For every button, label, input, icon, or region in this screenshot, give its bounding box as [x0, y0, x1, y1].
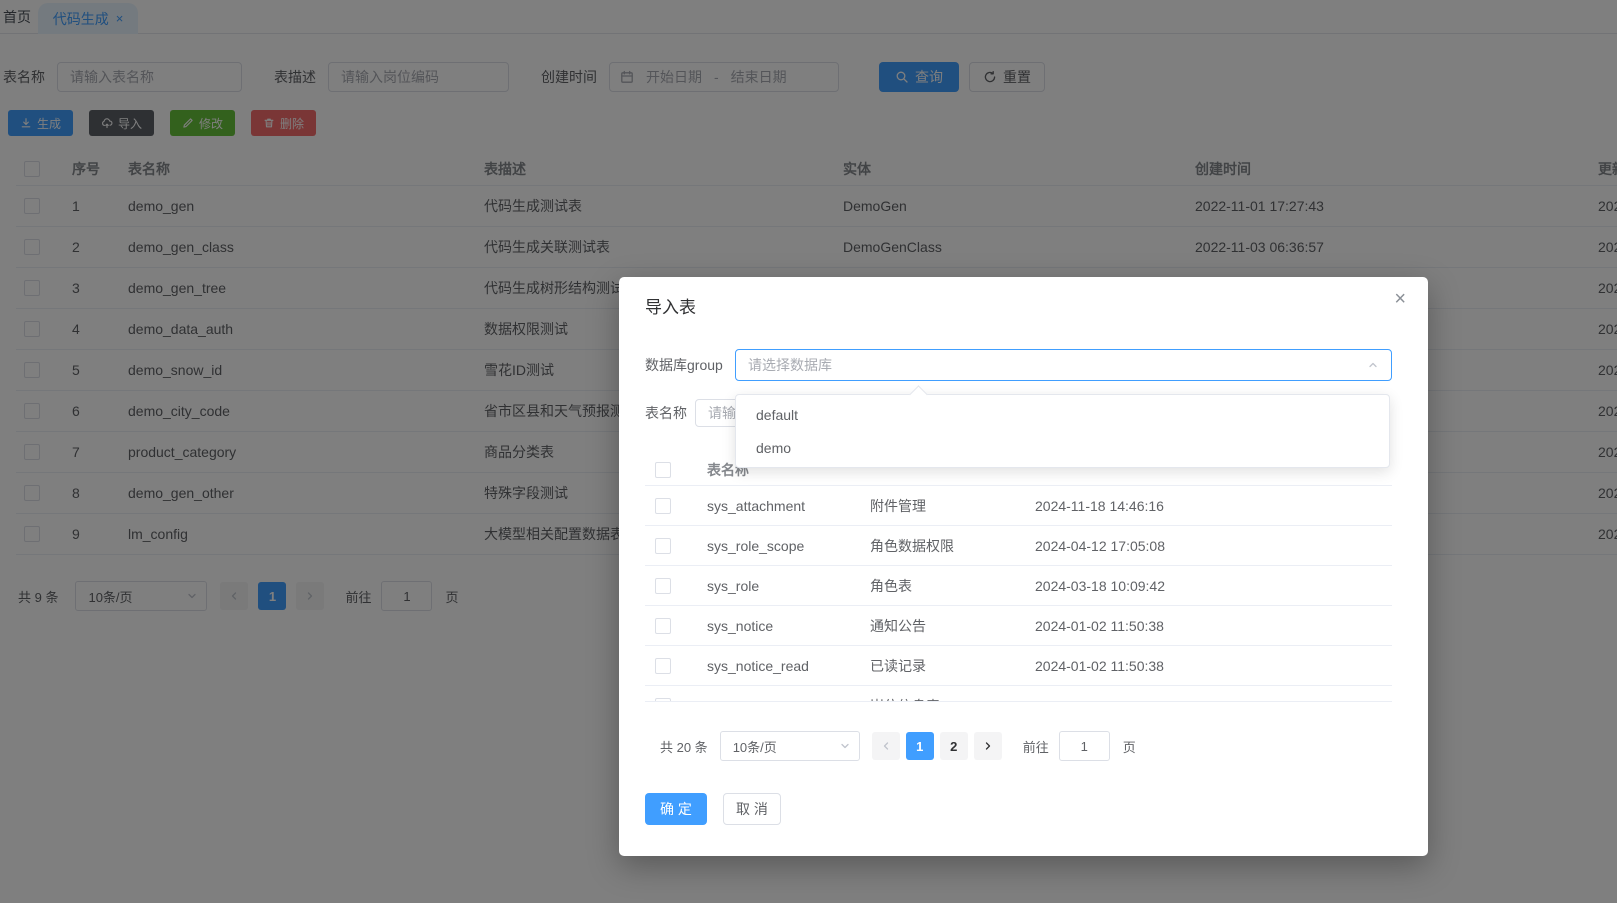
database-select-placeholder: 请选择数据库 — [748, 355, 832, 375]
cell-name: sys_notice_read — [695, 658, 860, 674]
modal-prev-page-button[interactable] — [872, 732, 900, 760]
dialog-footer: 确 定 取 消 — [645, 793, 781, 825]
modal-table-row: sys_notice_read 已读记录 2024-01-02 11:50:38 — [645, 646, 1392, 686]
cell-created: 2024-04-12 17:05:08 — [1025, 538, 1392, 554]
modal-page-number-2[interactable]: 2 — [940, 732, 968, 760]
database-dropdown-panel: default demo — [735, 394, 1390, 468]
database-field-row: 数据库group 请选择数据库 — [645, 349, 1392, 381]
chevron-right-icon — [982, 740, 994, 752]
cell-created: 2024-03-18 10:09:42 — [1025, 578, 1392, 594]
modal-row-checkbox[interactable] — [655, 538, 671, 554]
cell-desc: 岗位信息表 — [860, 696, 1025, 703]
cell-desc: 已读记录 — [860, 656, 1025, 676]
chevron-up-icon — [1367, 359, 1379, 371]
cell-name: sys_role — [695, 578, 860, 594]
modal-goto-page-input[interactable] — [1059, 731, 1110, 761]
import-table-dialog: 导入表 × 数据库group 请选择数据库 表名称 表名称 sys_attach… — [619, 277, 1428, 856]
modal-pagination: 共 20 条 10条/页 1 2 前往 页 — [660, 731, 1136, 761]
modal-row-checkbox[interactable] — [655, 498, 671, 514]
cancel-button[interactable]: 取 消 — [723, 793, 781, 825]
cell-desc: 角色表 — [860, 576, 1025, 596]
cell-created: 2024-11-18 14:46:16 — [1025, 498, 1392, 514]
modal-page-unit: 页 — [1123, 737, 1136, 756]
dropdown-option-demo[interactable]: demo — [736, 432, 1389, 465]
modal-select-all-checkbox[interactable] — [655, 462, 671, 478]
confirm-button[interactable]: 确 定 — [645, 793, 707, 825]
cell-created: 2024-01-02 11:50:38 — [1025, 658, 1392, 674]
cell-created: 2023-11-19 17:29:35 — [1025, 698, 1392, 703]
chevron-down-icon — [839, 740, 851, 752]
modal-table-row: sys_role_scope 角色数据权限 2024-04-12 17:05:0… — [645, 526, 1392, 566]
modal-page-size-select[interactable]: 10条/页 — [720, 731, 860, 761]
modal-table-row: sys_attachment 附件管理 2024-11-18 14:46:16 — [645, 486, 1392, 526]
modal-table-row: sys_role 角色表 2024-03-18 10:09:42 — [645, 566, 1392, 606]
dialog-title: 导入表 — [645, 293, 696, 318]
modal-row-checkbox[interactable] — [655, 578, 671, 594]
cell-name: sys_role_scope — [695, 538, 860, 554]
modal-page-number-1[interactable]: 1 — [906, 732, 934, 760]
database-label: 数据库group — [645, 355, 735, 375]
import-tables-list: 表名称 sys_attachment 附件管理 2024-11-18 14:46… — [645, 455, 1392, 702]
modal-row-checkbox[interactable] — [655, 698, 671, 703]
cell-name: sys_attachment — [695, 498, 860, 514]
modal-table-row: sys_notice 通知公告 2024-01-02 11:50:38 — [645, 606, 1392, 646]
cell-name: sys_notice — [695, 618, 860, 634]
cell-desc: 通知公告 — [860, 616, 1025, 636]
modal-total-count: 共 20 条 — [660, 737, 708, 756]
cell-created: 2024-01-02 11:50:38 — [1025, 618, 1392, 634]
dropdown-option-default[interactable]: default — [736, 399, 1389, 432]
dialog-close-icon[interactable]: × — [1394, 289, 1406, 309]
cell-name: sys_post — [695, 698, 860, 703]
database-select[interactable]: 请选择数据库 — [735, 349, 1392, 381]
cell-desc: 角色数据权限 — [860, 536, 1025, 556]
modal-table-name-label: 表名称 — [645, 403, 687, 423]
modal-row-checkbox[interactable] — [655, 658, 671, 674]
chevron-left-icon — [880, 740, 892, 752]
modal-next-page-button[interactable] — [974, 732, 1002, 760]
cell-desc: 附件管理 — [860, 496, 1025, 516]
modal-table-row: sys_post 岗位信息表 2023-11-19 17:29:35 — [645, 686, 1392, 702]
modal-row-checkbox[interactable] — [655, 618, 671, 634]
modal-goto-label: 前往 — [1023, 737, 1049, 756]
